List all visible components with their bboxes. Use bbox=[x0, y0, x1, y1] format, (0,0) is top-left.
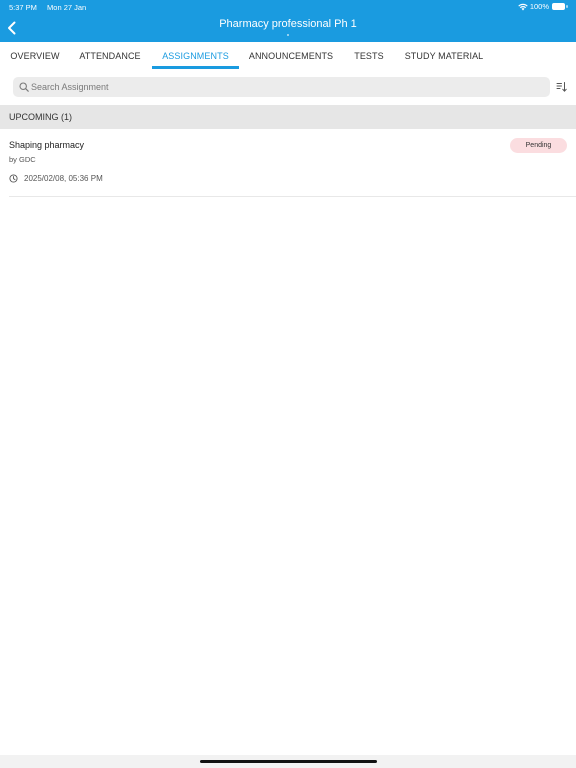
sort-icon bbox=[556, 82, 567, 92]
status-date: Mon 27 Jan bbox=[47, 3, 87, 12]
home-indicator[interactable] bbox=[200, 760, 377, 763]
sort-button[interactable] bbox=[556, 81, 568, 93]
active-tab-indicator bbox=[152, 66, 239, 69]
section-title: UPCOMING (1) bbox=[9, 112, 72, 122]
status-left: 5:37 PM Mon 27 Jan bbox=[9, 3, 86, 12]
section-header-upcoming: UPCOMING (1) bbox=[0, 105, 576, 129]
assignment-title: Shaping pharmacy bbox=[9, 140, 85, 150]
search-icon bbox=[19, 82, 29, 92]
app-header: 5:37 PM Mon 27 Jan 100% Pharmacy profess… bbox=[0, 0, 576, 42]
assignment-author: by GDC bbox=[9, 155, 36, 164]
tab-overview[interactable]: OVERVIEW bbox=[4, 42, 66, 70]
tab-attendance[interactable]: ATTENDANCE bbox=[76, 42, 144, 70]
status-right: 100% bbox=[518, 2, 568, 11]
status-badge: Pending bbox=[510, 138, 567, 153]
list-divider bbox=[9, 196, 576, 197]
title-indicator-dot bbox=[287, 34, 289, 36]
battery-icon bbox=[552, 3, 568, 10]
search-bar[interactable] bbox=[13, 77, 550, 97]
status-time: 5:37 PM bbox=[9, 3, 37, 12]
tab-study-material[interactable]: STUDY MATERIAL bbox=[401, 42, 487, 70]
app-screen: 5:37 PM Mon 27 Jan 100% Pharmacy profess… bbox=[0, 0, 576, 768]
tab-tests[interactable]: TESTS bbox=[350, 42, 388, 70]
wifi-icon bbox=[518, 3, 528, 11]
page-title: Pharmacy professional Ph 1 bbox=[219, 18, 357, 30]
assignment-item[interactable]: Shaping pharmacy by GDC 2025/02/08, 05:3… bbox=[0, 129, 576, 196]
clock-icon bbox=[9, 174, 18, 183]
battery-percent: 100% bbox=[529, 2, 549, 11]
search-input[interactable] bbox=[31, 77, 541, 97]
tab-announcements[interactable]: ANNOUNCEMENTS bbox=[246, 42, 336, 70]
assignment-due-date: 2025/02/08, 05:36 PM bbox=[24, 174, 103, 183]
tab-bar: OVERVIEW ATTENDANCE ASSIGNMENTS ANNOUNCE… bbox=[0, 42, 576, 70]
status-bar: 5:37 PM Mon 27 Jan 100% bbox=[0, 0, 576, 14]
